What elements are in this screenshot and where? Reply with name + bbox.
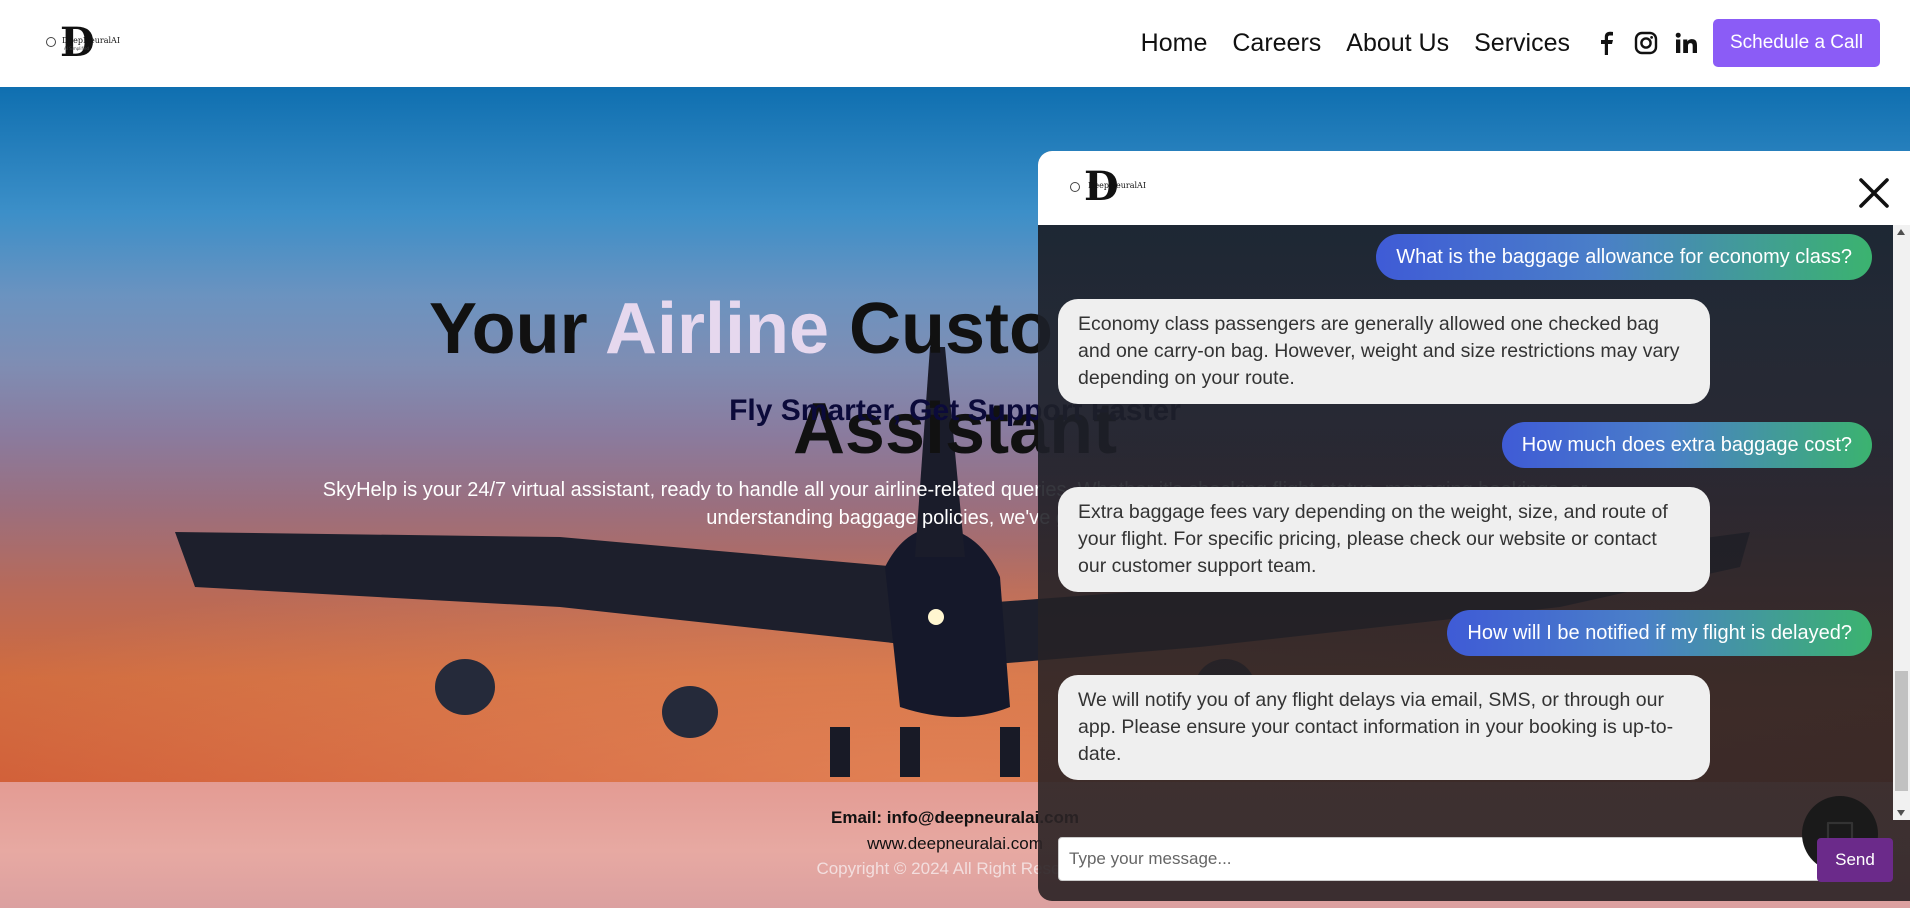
scroll-down-icon[interactable] bbox=[1897, 810, 1905, 816]
nav-services[interactable]: Services bbox=[1474, 29, 1570, 58]
user-message: How much does extra baggage cost? bbox=[1501, 422, 1872, 468]
bot-message: Extra baggage fees vary depending on the… bbox=[1058, 487, 1710, 592]
chat-widget: D DeepNeuralAI What is the baggage allow… bbox=[1038, 151, 1910, 901]
send-button[interactable]: Send bbox=[1817, 838, 1893, 882]
hero-title-part1: Your bbox=[428, 289, 605, 369]
chat-logo-seal-icon bbox=[1070, 182, 1080, 192]
facebook-icon[interactable] bbox=[1594, 30, 1618, 56]
chat-logo: D DeepNeuralAI bbox=[1070, 167, 1146, 209]
scrollbar-thumb[interactable] bbox=[1895, 671, 1908, 791]
chat-messages: What is the baggage allowance for econom… bbox=[1038, 225, 1890, 820]
site-header: D DeepNeuralAI AI Simplified Home Career… bbox=[0, 0, 1910, 87]
instagram-icon[interactable] bbox=[1634, 30, 1658, 56]
user-message: What is the baggage allowance for econom… bbox=[1376, 234, 1872, 280]
chat-message-input[interactable] bbox=[1058, 837, 1843, 881]
linkedin-icon[interactable] bbox=[1674, 30, 1698, 56]
nav-careers[interactable]: Careers bbox=[1232, 29, 1321, 58]
hero-title-highlight: Airline bbox=[604, 289, 830, 369]
nav-about-us[interactable]: About Us bbox=[1346, 29, 1449, 58]
main-nav: Home Careers About Us Services bbox=[1141, 0, 1570, 87]
schedule-call-button[interactable]: Schedule a Call bbox=[1713, 19, 1880, 67]
scroll-up-icon[interactable] bbox=[1897, 229, 1905, 235]
logo-tagline: AI Simplified bbox=[64, 46, 90, 51]
user-message: How will I be notified if my flight is d… bbox=[1447, 610, 1872, 656]
chat-logo-name: DeepNeuralAI bbox=[1088, 181, 1146, 190]
nav-home[interactable]: Home bbox=[1141, 29, 1208, 58]
bot-message: We will notify you of any flight delays … bbox=[1058, 675, 1710, 780]
bot-message: Economy class passengers are generally a… bbox=[1058, 299, 1710, 404]
logo-name: DeepNeuralAI bbox=[62, 36, 120, 45]
social-links bbox=[1594, 30, 1698, 56]
close-icon[interactable] bbox=[1856, 175, 1892, 211]
site-logo[interactable]: D DeepNeuralAI AI Simplified bbox=[46, 22, 120, 64]
logo-seal-icon bbox=[46, 37, 56, 47]
chat-scrollbar[interactable] bbox=[1893, 225, 1910, 820]
chat-input-row bbox=[1038, 820, 1910, 901]
chat-header: D DeepNeuralAI bbox=[1038, 151, 1910, 225]
